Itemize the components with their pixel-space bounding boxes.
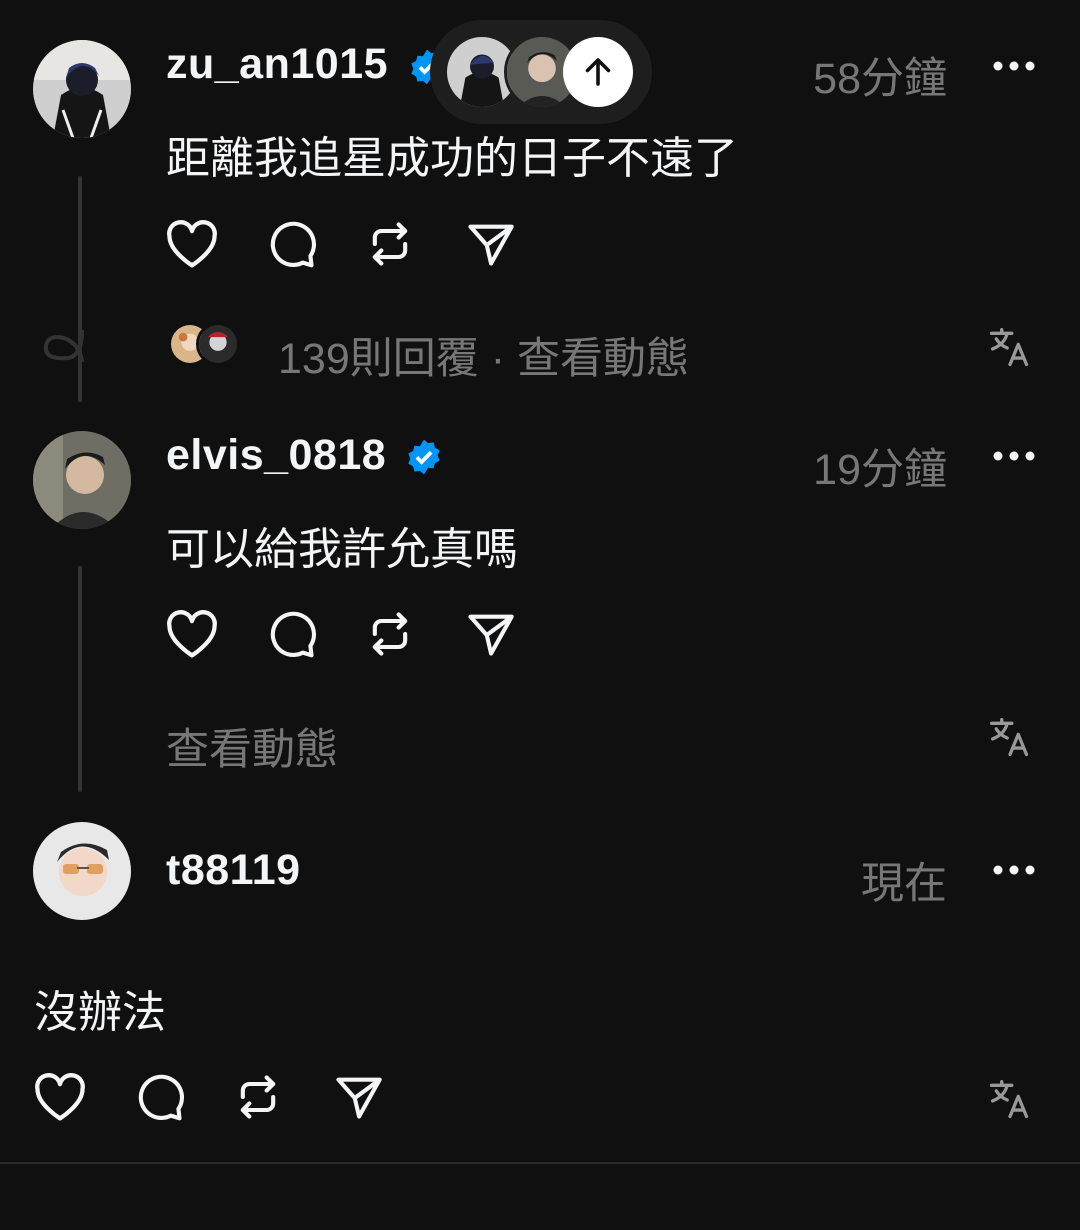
timestamp: 19分鐘	[813, 446, 947, 494]
reply-button[interactable]	[132, 1069, 188, 1125]
post-text: 沒辦法	[34, 988, 166, 1037]
post-actions	[32, 1069, 392, 1125]
repost-icon	[372, 612, 408, 656]
repost-button[interactable]	[362, 606, 418, 662]
username[interactable]: elvis_0818	[166, 431, 386, 480]
arrow-up-icon	[585, 58, 611, 86]
like-button[interactable]	[164, 606, 220, 662]
new-posts-pill[interactable]	[430, 20, 652, 124]
post-actions	[164, 216, 524, 272]
repost-button[interactable]	[362, 216, 418, 272]
comment-icon	[270, 611, 317, 658]
post-actions	[164, 606, 524, 662]
thread-loop-icon	[43, 329, 84, 363]
view-activity-link[interactable]: 查看動態	[166, 715, 338, 777]
avatar[interactable]	[33, 40, 131, 138]
username[interactable]: t88119	[166, 846, 301, 895]
post-text: 可以給我許允真嗎	[166, 525, 518, 574]
more-icon[interactable]	[992, 864, 1036, 876]
share-button[interactable]	[330, 1069, 386, 1125]
avatar[interactable]	[33, 431, 131, 529]
repost-button[interactable]	[230, 1069, 286, 1125]
thread-line	[78, 566, 82, 792]
heart-icon	[167, 220, 217, 268]
share-icon	[468, 224, 514, 266]
heart-icon	[167, 610, 217, 658]
reply-button[interactable]	[264, 216, 320, 272]
translate-icon[interactable]	[988, 1078, 1032, 1122]
translate-icon[interactable]	[988, 716, 1032, 760]
comment-icon	[138, 1074, 185, 1121]
share-icon	[336, 1077, 382, 1119]
post-text: 距離我追星成功的日子不遠了	[166, 134, 738, 183]
heart-icon	[35, 1073, 85, 1121]
timestamp: 58分鐘	[813, 55, 947, 103]
repost-icon	[372, 222, 408, 266]
like-button[interactable]	[32, 1069, 88, 1125]
share-button[interactable]	[462, 606, 518, 662]
comment-icon	[270, 221, 317, 268]
avatar[interactable]	[33, 822, 131, 920]
like-button[interactable]	[164, 216, 220, 272]
replies-link[interactable]: 139則回覆 · 查看動態	[278, 324, 689, 386]
thread-line	[78, 176, 82, 402]
repost-icon	[240, 1075, 276, 1119]
username[interactable]: zu_an1015	[166, 40, 388, 89]
share-button[interactable]	[462, 216, 518, 272]
divider	[0, 1162, 1080, 1164]
replier-avatar	[196, 322, 240, 366]
translate-icon[interactable]	[988, 326, 1032, 370]
timestamp: 現在	[861, 860, 947, 908]
share-icon	[468, 614, 514, 656]
scroll-up-button[interactable]	[563, 37, 633, 107]
more-icon[interactable]	[992, 450, 1036, 462]
more-icon[interactable]	[992, 60, 1036, 72]
verified-badge-icon	[408, 439, 440, 475]
reply-button[interactable]	[264, 606, 320, 662]
